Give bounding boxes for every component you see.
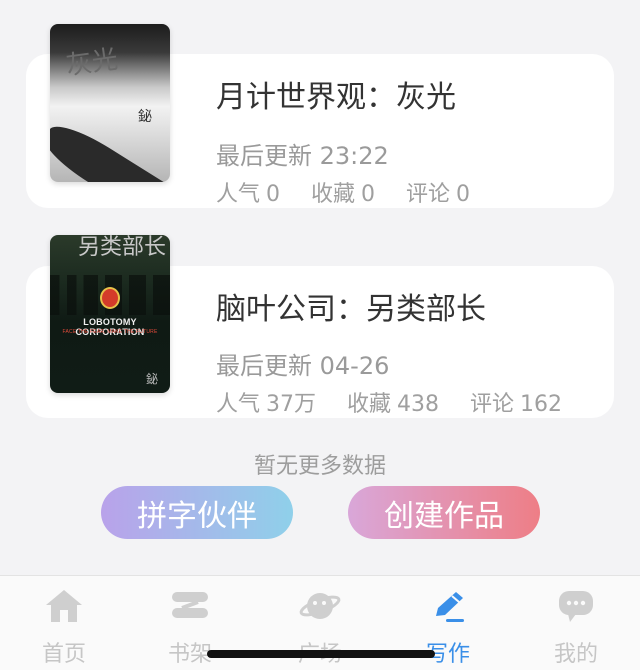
stat-favorites: 收藏 438 [347,392,440,417]
stat-popularity: 人气 37万 [216,392,317,417]
work-stats: 人气 37万 收藏 438 评论 162 [216,386,586,418]
book-cover[interactable]: 灰光 鉍 [50,24,170,182]
last-updated-value: 23:22 [319,142,389,170]
home-indicator [207,650,435,658]
bookshelf-icon [168,588,212,624]
work-stats: 人气 0 收藏 0 评论 0 [216,176,494,208]
cover-tagline: FACE THE FEAR, MAKE THE FUTURE [62,329,158,335]
book-cover[interactable]: 另类部长 LOBOTOMY CORPORATION FACE THE FEAR,… [50,235,170,393]
chat-bubble-icon [554,588,598,624]
last-updated-value: 04-26 [319,352,390,380]
planet-icon [298,588,342,624]
no-more-data-text: 暂无更多数据 [253,454,386,479]
last-updated-label: 最后更新 [216,142,312,170]
home-icon [42,588,86,624]
stat-favorites: 收藏 0 [311,182,376,207]
tab-label: 我的 [553,642,598,667]
stat-comments: 评论 0 [406,182,471,207]
tab-mine[interactable]: 我的 [526,588,626,668]
cover-art [50,116,170,182]
cover-title-art: 灰光 [64,44,120,82]
cover-title-art: 另类部长 [78,235,167,260]
stat-popularity: 人气 0 [216,182,281,207]
work-title[interactable]: 月计世界观：灰光 [216,72,456,116]
tab-label: 首页 [41,642,86,667]
pen-icon [426,588,470,624]
work-title[interactable]: 脑叶公司：另类部长 [216,284,486,328]
last-updated-label: 最后更新 [216,352,312,380]
last-updated: 最后更新 04-26 [216,346,389,381]
tab-home[interactable]: 首页 [14,588,114,668]
cover-seal: 鉍 [145,372,158,386]
cover-seal: 鉍 [138,109,152,125]
create-work-button[interactable]: 创建作品 [348,486,540,539]
cover-logo [100,287,120,309]
stat-comments: 评论 162 [470,392,563,417]
last-updated: 最后更新 23:22 [216,136,389,171]
typing-partner-button[interactable]: 拼字伙伴 [101,486,293,539]
